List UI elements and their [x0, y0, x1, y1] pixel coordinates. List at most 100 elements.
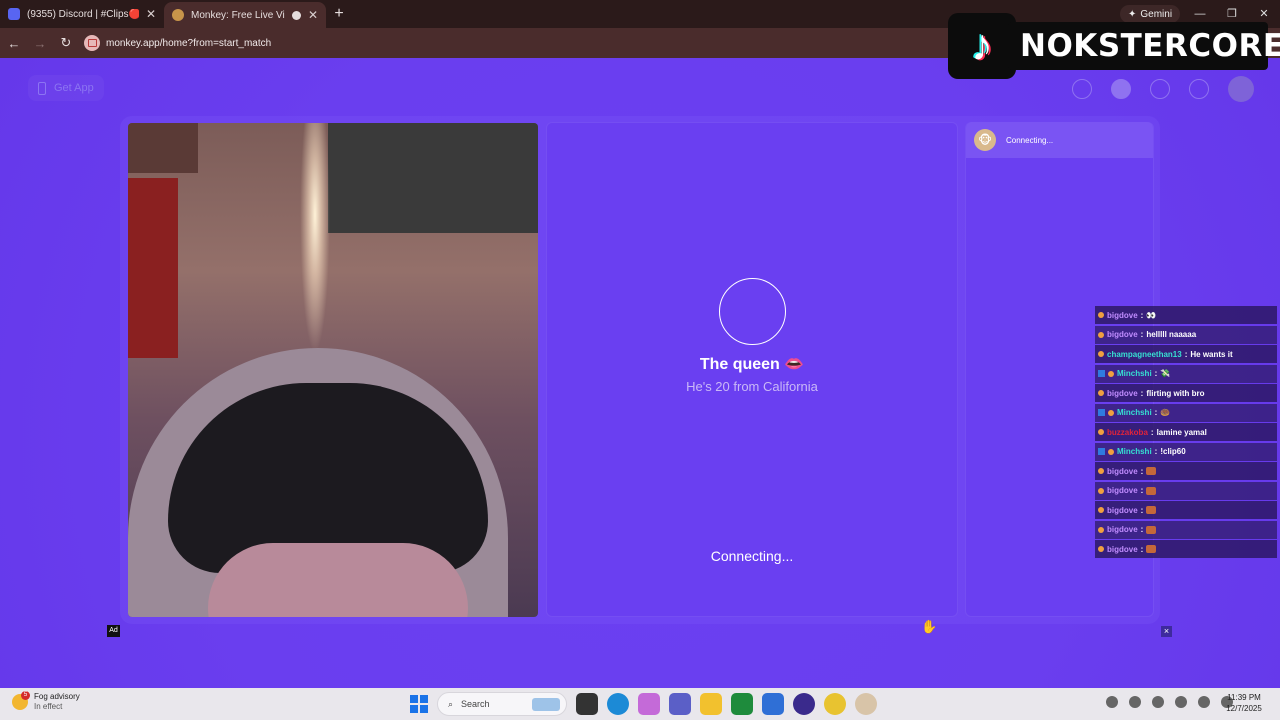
chat-message: bigdove: flirting with bro: [1095, 384, 1277, 402]
chat-message: Minchshi: 💸: [1095, 364, 1277, 383]
match-subtitle: He's 20 from California: [686, 379, 818, 394]
moderator-badge-icon: [1098, 448, 1105, 455]
cloud-icon[interactable]: [1129, 696, 1141, 708]
top-nav-icons: [1072, 76, 1254, 102]
badge-icon: [1098, 351, 1104, 357]
taskbar-apps: ⌕ Search: [410, 692, 877, 716]
chat-text: flirting with bro: [1146, 388, 1205, 398]
gemini-label: Gemini: [1140, 8, 1173, 20]
get-app-label: Get App: [54, 82, 94, 94]
url-field[interactable]: monkey.app/home?from=start_match: [84, 32, 944, 54]
chat-username: bigdove: [1107, 544, 1138, 554]
weather-widget[interactable]: 5 Fog advisory In effect: [12, 691, 80, 712]
teams-icon[interactable]: [669, 693, 691, 715]
self-camera-feed: [128, 123, 538, 617]
taskbar-search[interactable]: ⌕ Search: [437, 692, 567, 716]
search-placeholder: Search: [461, 699, 490, 709]
chat-username: Minchshi: [1117, 447, 1152, 456]
taskbar: 5 Fog advisory In effect ⌕ Search 11:39 …: [0, 688, 1280, 720]
url-text: monkey.app/home?from=start_match: [106, 37, 272, 49]
chat-username: bigdove: [1107, 525, 1138, 534]
history-icon[interactable]: [1150, 79, 1170, 99]
chat-username: bigdove: [1107, 486, 1138, 495]
chat-username: bigdove: [1107, 505, 1138, 515]
chat-text: !clip60: [1160, 447, 1186, 456]
user-avatar[interactable]: [1228, 76, 1254, 102]
badge-icon: [1108, 370, 1114, 377]
app-icon[interactable]: [855, 693, 877, 715]
camera-site-icon[interactable]: [84, 35, 100, 51]
clock[interactable]: 11:39 PM 12/7/2025: [1222, 692, 1266, 714]
badge-icon: [1098, 487, 1104, 494]
chat-status: Connecting...: [1006, 135, 1054, 145]
close-icon[interactable]: ✕: [146, 7, 156, 21]
ad-badge: Ad: [107, 625, 120, 637]
stream-chat-overlay: bigdove: 👀 bigdove: helllll naaaaa champagne…: [1095, 306, 1277, 560]
tab-title: (9355) Discord | #Clips🔴 | THE: [27, 8, 139, 20]
obs-icon[interactable]: [793, 693, 815, 715]
chat-message: bigdove:: [1095, 540, 1277, 558]
profile-icon[interactable]: [1111, 79, 1131, 99]
notification-badge: 5: [21, 691, 30, 700]
search-icon[interactable]: [1072, 79, 1092, 99]
tab-monkey[interactable]: Monkey: Free Live Video Chat ✕: [164, 2, 326, 28]
chat-text: 💸: [1160, 369, 1171, 378]
tab-title: Monkey: Free Live Video Chat: [191, 9, 285, 21]
chat-message: bigdove:: [1095, 462, 1277, 480]
search-icon: ⌕: [448, 698, 454, 709]
file-explorer-icon[interactable]: [700, 693, 722, 715]
tab-discord[interactable]: (9355) Discord | #Clips🔴 | THE ✕: [0, 0, 164, 28]
audio-recording-icon[interactable]: [291, 10, 301, 20]
ad-close-button[interactable]: ×: [1161, 626, 1172, 637]
chat-message: bigdove: helllll naaaaa: [1095, 325, 1277, 344]
time: 11:39 PM: [1227, 693, 1261, 702]
emote-icon: [1146, 486, 1157, 495]
badge-icon: [1098, 468, 1104, 474]
badge-icon: [1098, 507, 1104, 513]
loading-ring: [719, 278, 786, 345]
gemini-button[interactable]: ✦ Gemini: [1120, 5, 1181, 23]
sync-icon[interactable]: [1152, 696, 1164, 708]
copilot-icon[interactable]: [638, 693, 660, 715]
badge-icon: [1108, 409, 1114, 416]
chrome-icon[interactable]: [824, 693, 846, 715]
badge-icon: [1098, 429, 1104, 435]
chat-bubble-icon[interactable]: [1189, 79, 1209, 99]
close-icon[interactable]: ✕: [308, 8, 318, 22]
xbox-icon[interactable]: [731, 693, 753, 715]
get-app-button[interactable]: Get App: [28, 75, 104, 101]
date: 12/7/2025: [1226, 704, 1262, 713]
forward-arrow-icon[interactable]: →: [28, 36, 52, 51]
wifi-icon[interactable]: [1198, 696, 1210, 708]
emote-icon: [1146, 545, 1157, 553]
weather-icon: 5: [12, 691, 30, 710]
monkey-icon: [172, 9, 184, 21]
reload-icon[interactable]: ↻: [54, 35, 78, 51]
system-tray: [1106, 696, 1233, 708]
badge-icon: [1098, 312, 1104, 318]
chat-message: bigdove:: [1095, 520, 1277, 539]
chat-message: Minchshi: 🍩: [1095, 403, 1277, 422]
chat-message: bigdove: 👀: [1095, 306, 1277, 324]
chat-message: bigdove:: [1095, 481, 1277, 500]
edge-icon[interactable]: [607, 693, 629, 715]
chevron-up-icon[interactable]: [1106, 696, 1118, 708]
emote-icon: [1146, 506, 1157, 514]
start-icon[interactable]: [410, 695, 428, 713]
phone-icon: [38, 81, 46, 95]
monkey-avatar-icon: 🐵: [974, 129, 996, 151]
task-view-icon[interactable]: [576, 693, 598, 715]
microphone-icon[interactable]: [1175, 696, 1187, 708]
back-arrow-icon[interactable]: ←: [2, 36, 26, 51]
chat-message: bigdove:: [1095, 501, 1277, 519]
chat-username: bigdove: [1107, 388, 1138, 398]
badge-icon: [1108, 448, 1114, 455]
match-name: The queen 👄: [699, 356, 805, 373]
chat-text: He wants it: [1190, 349, 1233, 359]
badge-icon: [1098, 390, 1104, 396]
new-tab-button[interactable]: +: [326, 5, 352, 23]
chat-username: bigdove: [1107, 330, 1138, 339]
watermark-brand: NOKSTERCORE: [1008, 22, 1280, 70]
hand-cursor-icon: ✋: [921, 619, 938, 634]
store-icon[interactable]: [762, 693, 784, 715]
